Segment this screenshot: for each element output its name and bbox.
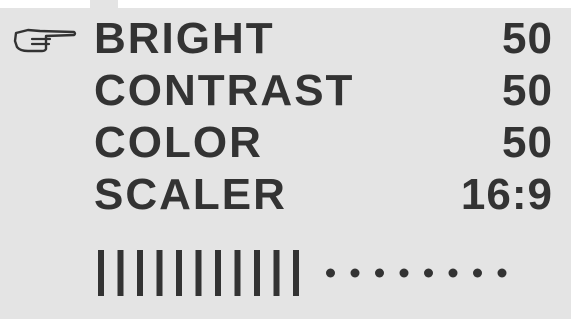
level-segment-filled xyxy=(117,250,124,296)
level-indicator-bar xyxy=(98,250,507,296)
menu-item-contrast[interactable]: CONTRAST 50 xyxy=(0,66,571,116)
menu-item-scaler[interactable]: SCALER 16:9 xyxy=(0,170,571,220)
level-segment-filled xyxy=(176,250,182,296)
level-segment-filled xyxy=(293,250,299,296)
level-segment-empty xyxy=(399,268,409,278)
menu-item-bright[interactable]: BRIGHT 50 xyxy=(0,14,571,64)
level-segment-empty xyxy=(350,268,360,278)
level-segment-filled xyxy=(156,250,163,296)
level-segment-filled xyxy=(234,250,241,296)
menu-item-label: COLOR xyxy=(94,118,263,167)
menu-item-label: CONTRAST xyxy=(94,66,355,115)
level-segment-empty xyxy=(497,268,507,278)
level-segment-empty xyxy=(424,268,433,278)
level-segment-filled xyxy=(195,250,202,296)
menu-item-color[interactable]: COLOR 50 xyxy=(0,118,571,168)
menu-item-value: 50 xyxy=(502,118,553,167)
level-segment-empty xyxy=(448,268,458,278)
level-segment-filled xyxy=(98,250,104,296)
level-segment-empty xyxy=(375,268,384,278)
level-segment-filled xyxy=(254,250,260,296)
menu-item-label: BRIGHT xyxy=(94,14,275,63)
panel-tab xyxy=(90,0,118,8)
menu-item-label: SCALER xyxy=(94,170,287,219)
menu-item-value: 16:9 xyxy=(460,170,553,219)
level-segment-filled xyxy=(273,250,280,296)
level-segment-empty xyxy=(326,268,335,278)
menu-item-value: 50 xyxy=(502,66,553,115)
level-segment-filled xyxy=(215,250,221,296)
pointing-hand-icon xyxy=(13,28,77,53)
level-segment-empty xyxy=(473,268,482,278)
menu-item-value: 50 xyxy=(502,14,553,63)
level-segment-filled xyxy=(137,250,143,296)
